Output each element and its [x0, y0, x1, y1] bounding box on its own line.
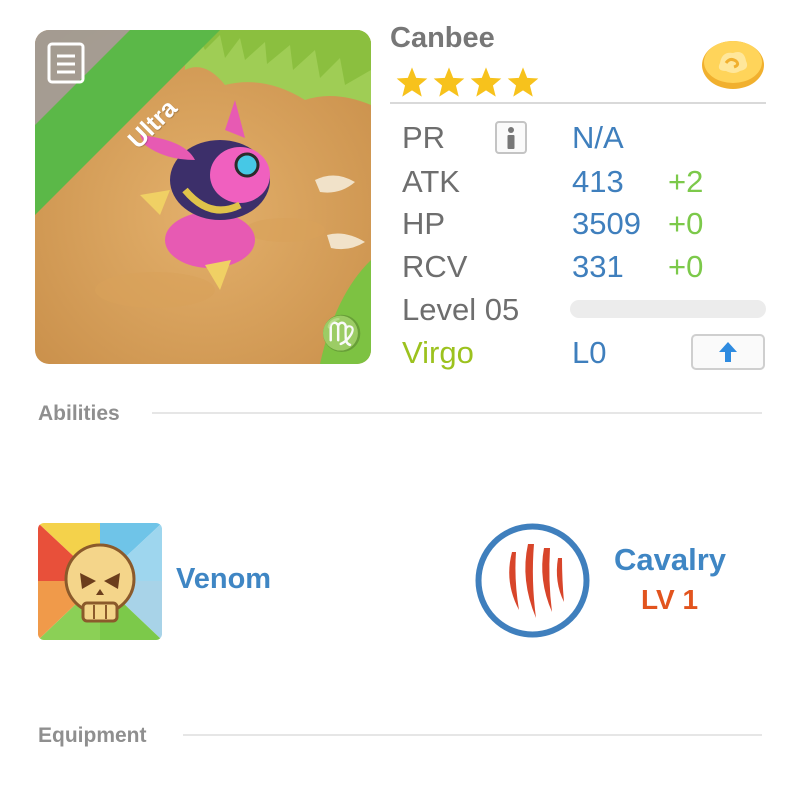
level-label: Level 05	[402, 292, 520, 327]
header-divider	[390, 102, 766, 104]
info-icon	[507, 126, 515, 149]
cavalry-ability-level: LV 1	[641, 584, 699, 615]
stat-label-hp: HP	[402, 206, 446, 241]
upgrade-button[interactable]	[691, 334, 765, 370]
coin-icon[interactable]	[700, 35, 766, 90]
zodiac-icon: ♍	[320, 314, 363, 354]
stat-label-pr: PR	[402, 120, 446, 155]
equipment-heading: Equipment	[38, 724, 147, 747]
stat-bonus-hp: +0	[668, 206, 704, 241]
venom-ability-name: Venom	[176, 563, 272, 595]
stat-label-atk: ATK	[402, 164, 460, 199]
stat-bonus-rcv: +0	[668, 249, 704, 284]
stat-value-rcv: 331	[572, 249, 624, 284]
venom-ability-icon[interactable]	[38, 523, 162, 640]
star-icon	[396, 67, 428, 97]
equipment-divider	[183, 734, 762, 736]
star-rating	[395, 66, 540, 100]
abilities-heading: Abilities	[38, 402, 120, 425]
claw-marks-icon[interactable]	[474, 522, 591, 639]
arrow-up-icon	[719, 342, 737, 362]
stat-value-hp: 3509	[572, 206, 641, 241]
stat-label-rcv: RCV	[402, 249, 468, 284]
abilities-divider	[152, 412, 762, 414]
stat-bonus-atk: +2	[668, 164, 704, 199]
skull-icon	[38, 523, 162, 640]
sign-level-value: L0	[572, 335, 607, 370]
unit-name: Canbee	[390, 22, 495, 54]
star-icon	[470, 67, 502, 97]
sign-label: Virgo	[402, 335, 474, 370]
unit-portrait[interactable]: Ultra ♍	[35, 30, 371, 364]
star-icon	[507, 67, 539, 97]
cavalry-ability-name: Cavalry	[614, 542, 727, 577]
level-progress-bar	[570, 300, 766, 318]
info-button[interactable]	[495, 121, 527, 154]
stat-value-atk: 413	[572, 164, 624, 199]
stat-value-pr: N/A	[572, 120, 624, 155]
star-icon	[433, 67, 465, 97]
